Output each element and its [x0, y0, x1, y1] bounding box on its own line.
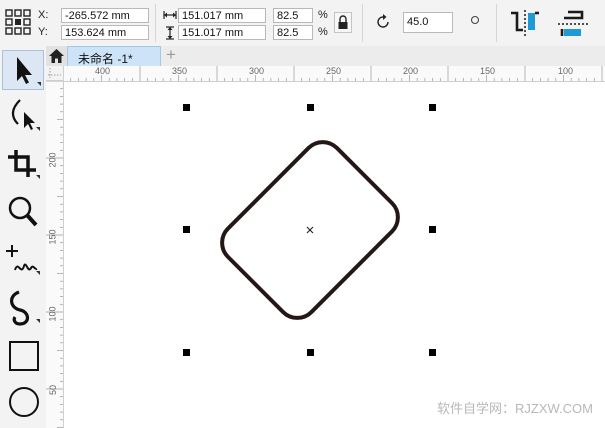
- freehand-tool-icon: [6, 245, 40, 275]
- height-icon: [166, 26, 174, 40]
- separator: [496, 4, 497, 42]
- ruler-label: 150: [480, 66, 496, 76]
- add-tab-label: +: [166, 45, 176, 64]
- ellipse-tool-icon: [9, 387, 39, 417]
- ruler-label: 100: [47, 306, 58, 322]
- watermark-text: 软件自学网：RJZXW.COM: [437, 401, 593, 416]
- add-tab-button[interactable]: +: [164, 45, 182, 64]
- artistic-media-icon: [10, 290, 40, 326]
- ruler-label: 50: [48, 384, 59, 396]
- scale-width-field[interactable]: 82.5: [273, 8, 313, 23]
- x-position-field[interactable]: -265.572 mm: [61, 8, 149, 23]
- pick-tool[interactable]: [2, 50, 44, 90]
- home-tab[interactable]: [46, 46, 67, 66]
- selection-handle-left[interactable]: [183, 226, 190, 233]
- lock-ratio-icon: [338, 15, 348, 29]
- rectangle-tool[interactable]: [2, 336, 44, 376]
- rotation-angle-field[interactable]: 45.0: [403, 12, 453, 33]
- property-bar: X: Y: -265.572 mm 153.624 mm 151.017 mm …: [0, 0, 605, 47]
- document-tab-title: 未命名 -1*: [78, 52, 133, 66]
- ruler-label: 300: [249, 66, 265, 76]
- rotate-icon[interactable]: [374, 13, 392, 31]
- ruler-origin-corner[interactable]: [46, 66, 64, 81]
- vertical-ruler[interactable]: 200 150 100 50: [46, 81, 64, 428]
- zoom-tool[interactable]: [2, 192, 44, 232]
- drawing-canvas[interactable]: [64, 82, 605, 428]
- shape-tool[interactable]: [2, 96, 44, 136]
- scale-height-field[interactable]: 82.5: [273, 25, 313, 40]
- ruler-label: 100: [558, 66, 574, 76]
- width-icon: [163, 11, 177, 19]
- ruler-label: 150: [47, 229, 58, 245]
- selection-handle-bottom-right[interactable]: [429, 349, 436, 356]
- crop-tool[interactable]: [2, 144, 44, 184]
- ruler-label: 400: [95, 66, 111, 76]
- y-label: Y:: [38, 26, 48, 38]
- shape-tool-icon: [11, 99, 40, 131]
- freehand-tool[interactable]: [2, 240, 44, 280]
- ruler-label: 200: [47, 152, 58, 168]
- selection-handle-right[interactable]: [429, 226, 436, 233]
- lock-ratio-button[interactable]: [334, 12, 352, 33]
- selection-handle-top[interactable]: [307, 104, 314, 111]
- selection-handle-bottom-left[interactable]: [183, 349, 190, 356]
- artistic-media-tool[interactable]: [2, 288, 44, 328]
- selection-handle-top-left[interactable]: [183, 104, 190, 111]
- rectangle-tool-icon: [9, 341, 39, 371]
- rotation-center-icon: [470, 15, 480, 25]
- object-origin-icon[interactable]: [4, 8, 32, 36]
- zoom-tool-icon: [8, 196, 38, 227]
- document-tab-bar: 未命名 -1* +: [46, 45, 605, 67]
- separator: [362, 4, 363, 42]
- ellipse-tool[interactable]: [2, 382, 44, 422]
- crop-tool-icon: [8, 150, 40, 179]
- mirror-horizontal-icon[interactable]: [509, 10, 541, 36]
- percent-label: %: [318, 9, 328, 21]
- ruler-label: 200: [403, 66, 419, 76]
- ruler-label: 350: [172, 66, 188, 76]
- document-tab[interactable]: 未命名 -1*: [67, 46, 161, 67]
- canvas-drawing: [220, 140, 400, 320]
- y-position-field[interactable]: 153.624 mm: [61, 25, 149, 40]
- pick-tool-icon: [17, 57, 41, 86]
- home-icon: [49, 49, 64, 63]
- toolbox: [0, 46, 47, 428]
- width-field[interactable]: 151.017 mm: [178, 8, 266, 23]
- ruler-label: 250: [326, 66, 342, 76]
- mirror-vertical-icon[interactable]: [558, 9, 588, 39]
- horizontal-ruler[interactable]: 400 350 300 250 200 150 100: [64, 66, 605, 82]
- selection-handle-bottom[interactable]: [307, 349, 314, 356]
- selection-handle-top-right[interactable]: [429, 104, 436, 111]
- x-label: X:: [38, 9, 49, 21]
- height-field[interactable]: 151.017 mm: [178, 25, 266, 40]
- separator: [155, 4, 156, 42]
- percent-label: %: [318, 26, 328, 38]
- rotation-center-marker[interactable]: [306, 226, 314, 234]
